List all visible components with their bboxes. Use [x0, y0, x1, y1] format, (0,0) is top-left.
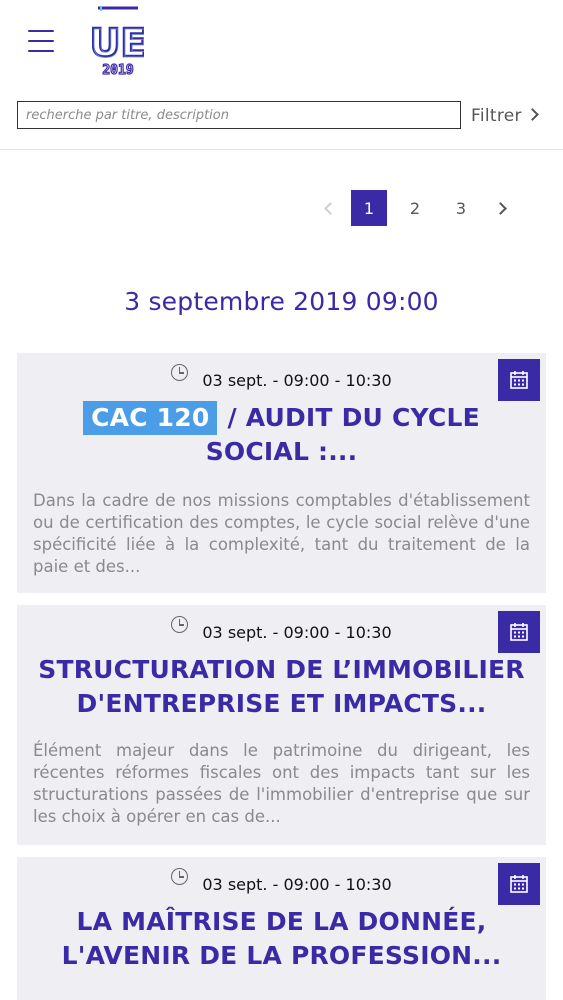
add-to-calendar-button[interactable]	[498, 863, 540, 905]
search-bar: Filtrer	[0, 96, 563, 136]
clock-icon	[171, 868, 189, 885]
chevron-right-icon	[525, 107, 539, 121]
session-tag: CAC 120	[83, 401, 218, 435]
session-time: 03 sept. - 09:00 - 10:30	[17, 616, 546, 642]
page-3-button[interactable]: 3	[443, 190, 479, 226]
page-1-button[interactable]: 1	[351, 190, 387, 226]
filter-button[interactable]: Filtrer	[471, 102, 539, 130]
session-title[interactable]: LA MAÎTRISE DE LA DONNÉE, L'AVENIR DE LA…	[37, 905, 526, 973]
calendar-icon	[510, 875, 528, 893]
session-card[interactable]: 03 sept. - 09:00 - 10:30 CAC 120/ AUDIT …	[17, 353, 546, 593]
app-header: UE UE 2019	[0, 0, 563, 80]
filter-label: Filtrer	[471, 106, 522, 126]
clock-icon	[171, 616, 189, 633]
previous-page-button[interactable]	[310, 190, 346, 226]
session-time-text: 03 sept. - 09:00 - 10:30	[202, 875, 392, 894]
hamburger-menu-icon[interactable]	[28, 30, 54, 52]
add-to-calendar-button[interactable]	[498, 359, 540, 401]
logo-year: 2019	[102, 63, 133, 76]
page-2-button[interactable]: 2	[397, 190, 433, 226]
next-page-button[interactable]	[484, 190, 520, 226]
session-time: 03 sept. - 09:00 - 10:30	[17, 868, 546, 894]
session-time-text: 03 sept. - 09:00 - 10:30	[202, 623, 392, 642]
session-description: Élément majeur dans le patrimoine du dir…	[33, 741, 530, 826]
header-divider	[0, 149, 563, 150]
session-time-text: 03 sept. - 09:00 - 10:30	[202, 371, 392, 390]
session-time: 03 sept. - 09:00 - 10:30	[17, 364, 546, 390]
date-heading: 3 septembre 2019 09:00	[124, 287, 439, 316]
logo-letters-shadow: UE	[92, 22, 144, 66]
calendar-icon	[510, 371, 528, 389]
session-title[interactable]: CAC 120/ AUDIT DU CYCLE SOCIAL :...	[37, 401, 526, 469]
session-card[interactable]: 03 sept. - 09:00 - 10:30 STRUCTURATION D…	[17, 605, 546, 845]
session-card[interactable]: 03 sept. - 09:00 - 10:30 LA MAÎTRISE DE …	[17, 857, 546, 1000]
session-title-text: / AUDIT DU CYCLE SOCIAL :...	[205, 403, 480, 466]
session-title[interactable]: STRUCTURATION DE L’IMMOBILIER D'ENTREPRI…	[37, 653, 526, 721]
search-input[interactable]	[17, 101, 461, 129]
clock-icon	[171, 364, 189, 381]
pagination: 1 2 3	[310, 190, 520, 226]
ue-2019-logo[interactable]: UE UE 2019	[92, 4, 144, 76]
session-description: Dans la cadre de nos missions comptables…	[33, 491, 530, 576]
chevron-right-icon	[493, 201, 507, 215]
add-to-calendar-button[interactable]	[498, 611, 540, 653]
calendar-icon	[510, 623, 528, 641]
chevron-left-icon	[323, 201, 337, 215]
